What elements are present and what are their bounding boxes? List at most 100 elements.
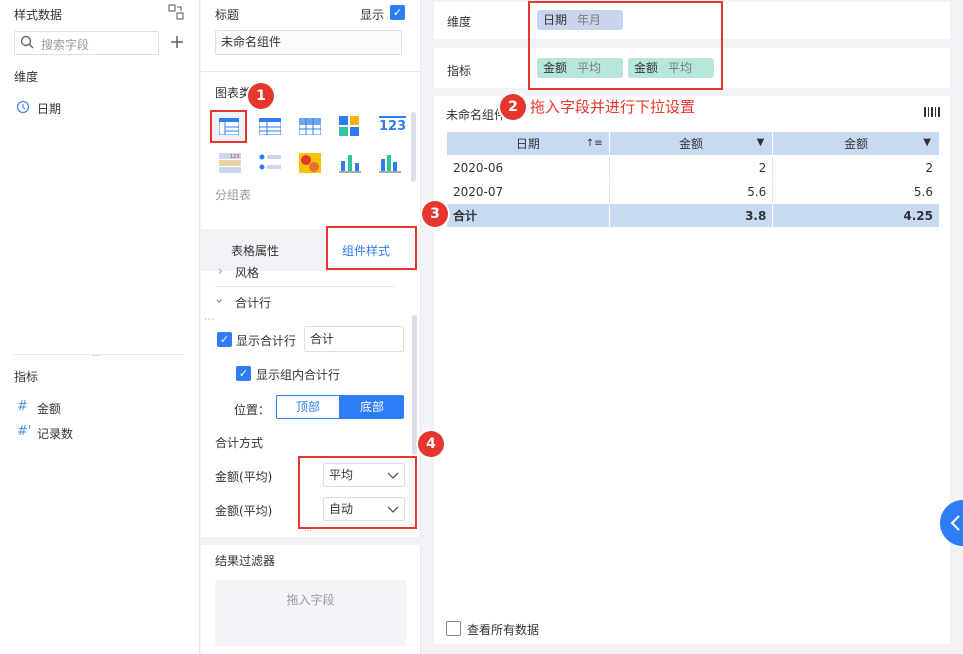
annotation-badge-4: 4 (418, 431, 444, 457)
table-cell: 2 (772, 155, 940, 180)
chevron-down-icon[interactable]: › (212, 299, 226, 304)
table-cell: 5.6 (608, 179, 774, 204)
total-cell: 合计 (446, 203, 610, 228)
data-table: 日期 ↑≡ 金额 ▼ 金额 ▼ 2020-06 2 2 2020-07 5.6 … (446, 131, 940, 228)
table-row: 2020-06 2 2 (446, 155, 940, 180)
field-amount[interactable]: 金额 (37, 400, 61, 417)
settings-panel: 标题 显示 ✓ 未命名组件 图表类 123 123 分组表 ⋯ 表格属性 组件样… (201, 0, 421, 654)
chevron-left-icon (950, 515, 960, 531)
total-cell: 4.25 (772, 203, 940, 228)
divider (201, 537, 421, 545)
chart-type-heatmap-icon[interactable] (299, 153, 321, 176)
annotation-badge-2: 2 (500, 94, 526, 120)
annotation-badge-1: 1 (248, 83, 274, 109)
annotation-box-2 (528, 1, 723, 90)
field-date[interactable]: 日期 (37, 100, 61, 117)
table-cell: 2 (608, 155, 774, 180)
annotation-badge-3: 3 (422, 201, 448, 227)
style-section-label[interactable]: 风格 (235, 264, 259, 281)
drag-handle-icon[interactable]: ⋯ (304, 527, 312, 535)
chevron-right-icon[interactable]: › (218, 264, 223, 278)
tab-table-attributes[interactable]: 表格属性 (231, 242, 279, 259)
sort-icon[interactable]: ↑≡ (586, 138, 603, 149)
chart-type-bar-icon[interactable] (339, 153, 361, 176)
show-group-total-checkbox[interactable]: ✓ (236, 366, 251, 381)
header-label: 金额 (679, 137, 704, 151)
clock-icon (16, 100, 30, 114)
barcode-icon[interactable] (924, 106, 940, 121)
filter-title: 结果过滤器 (215, 554, 276, 568)
view-all-checkbox[interactable] (446, 621, 461, 636)
show-total-row-checkbox[interactable]: ✓ (217, 332, 232, 347)
dropdown-triangle-icon[interactable]: ▼ (757, 137, 765, 148)
chart-type-label: 图表类 (215, 86, 252, 100)
header-label: 金额 (844, 137, 869, 151)
field-panel: 样式数据 搜索字段 维度 日期 ⋯ 指标 # 金额 #' 记录数 (0, 0, 200, 654)
chart-type-list-icon[interactable] (259, 153, 281, 176)
search-placeholder: 搜索字段 (41, 38, 90, 52)
position-bottom-button[interactable]: 底部 (340, 395, 404, 419)
view-all-label: 查看所有数据 (467, 623, 540, 637)
position-top-button[interactable]: 顶部 (276, 395, 340, 419)
annotation-text-2: 拖入字段并进行下拉设置 (530, 98, 696, 116)
header-amount[interactable]: 金额 ▼ (608, 131, 774, 156)
field-record-count[interactable]: 记录数 (37, 425, 73, 442)
table-cell: 2020-06 (446, 155, 610, 180)
method-row-label: 金额(平均) (215, 470, 273, 484)
table-cell: 2020-07 (446, 179, 610, 204)
total-cell: 3.8 (608, 203, 774, 228)
title-input[interactable]: 未命名组件 (215, 30, 402, 55)
chart-type-detail-table[interactable] (258, 117, 282, 138)
search-icon (20, 35, 34, 52)
svg-text:123: 123 (230, 154, 240, 160)
show-group-total-label: 显示组内合计行 (256, 368, 341, 382)
style-scrollbar[interactable] (412, 315, 417, 455)
show-total-row-label: 显示合计行 (236, 334, 297, 348)
chart-type-column-icon[interactable] (379, 153, 401, 176)
total-text-input[interactable]: 合计 (304, 326, 404, 352)
chart-type-kpi-icon[interactable] (339, 116, 359, 139)
total-method-label: 合计方式 (215, 436, 264, 450)
position-label: 位置： (234, 403, 271, 417)
table-header-row: 日期 ↑≡ 金额 ▼ 金额 ▼ (446, 131, 940, 156)
dropdown-triangle-icon[interactable]: ▼ (923, 137, 931, 148)
measure-bar-label: 指标 (447, 64, 472, 78)
chart-type-grouped-table[interactable] (210, 110, 247, 143)
annotation-box-4 (298, 456, 417, 529)
show-title-label: 显示 (360, 8, 385, 22)
total-section-label[interactable]: 合计行 (235, 294, 271, 311)
chart-type-name: 分组表 (215, 188, 252, 202)
table-cell: 5.6 (772, 179, 940, 204)
drag-handle-icon[interactable]: ⋯ (92, 352, 100, 360)
method-row-label: 金额(平均) (215, 504, 273, 518)
tab-component-style-label: 组件样式 (342, 244, 391, 258)
number-icon: # (17, 399, 28, 414)
chart-type-scrollbar[interactable] (411, 112, 416, 182)
filter-drop-label: 拖入字段 (286, 593, 335, 607)
switch-dataset-icon[interactable] (168, 4, 184, 20)
divider (201, 71, 421, 72)
resize-handle-icon[interactable]: ⋮ (203, 314, 214, 324)
component-card: 未命名组件 日期 ↑≡ 金额 ▼ 金额 ▼ 2020-06 2 2 2020-0… (434, 96, 950, 644)
chart-type-number-icon[interactable]: 123 (379, 116, 407, 135)
table-row: 2020-07 5.6 5.6 (446, 179, 940, 204)
measure-header: 指标 (14, 370, 39, 384)
computed-number-icon: #' (17, 424, 32, 439)
chart-type-cross-table[interactable] (298, 117, 322, 138)
dimension-header: 维度 (14, 70, 39, 84)
table-total-row: 合计 3.8 4.25 (446, 203, 940, 228)
search-input[interactable]: 搜索字段 (14, 31, 159, 55)
add-field-icon[interactable] (170, 35, 184, 49)
tab-component-style[interactable]: 组件样式 (326, 226, 417, 270)
component-title: 未命名组件 (446, 108, 507, 122)
header-amount[interactable]: 金额 ▼ (772, 131, 940, 156)
header-date[interactable]: 日期 ↑≡ (446, 131, 610, 156)
chart-type-text-icon[interactable]: 123 (219, 153, 241, 176)
title-label: 标题 (215, 8, 240, 22)
dimension-bar-label: 维度 (447, 15, 472, 29)
show-title-checkbox[interactable]: ✓ (390, 5, 405, 20)
filter-drop-zone[interactable]: 拖入字段 (215, 580, 406, 646)
header-label: 日期 (515, 137, 540, 151)
divider (215, 286, 395, 287)
panel-title: 样式数据 (14, 8, 63, 22)
